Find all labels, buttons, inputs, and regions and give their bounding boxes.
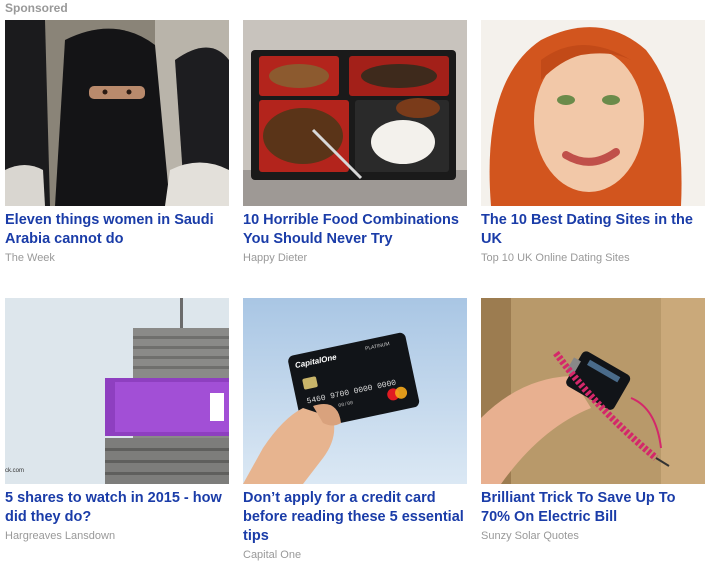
redhead-woman-photo [481,20,705,206]
card-title-6[interactable]: Brilliant Trick To Save Up To 70% On Ele… [481,489,705,527]
card-thumbnail-2[interactable] [243,20,467,206]
card-source-6: Sunzy Solar Quotes [481,530,579,542]
card-title-1[interactable]: Eleven things women in Saudi Arabia cann… [5,211,229,249]
card-thumbnail-6[interactable] [481,298,705,484]
sponsored-label: Sponsored [5,1,68,15]
credit-card-hand-photo: CapitalOne PLATINUM 5460 9700 0000 0000 … [243,298,467,484]
card-thumbnail-5[interactable]: CapitalOne PLATINUM 5460 9700 0000 0000 … [243,298,467,484]
card-title-4[interactable]: 5 shares to watch in 2015 - how did they… [5,489,229,527]
food-tray-photo [243,20,467,206]
card-source-2: Happy Dieter [243,252,308,264]
card-title-3[interactable]: The 10 Best Dating Sites in the UK [481,211,705,249]
card-thumbnail-3[interactable] [481,20,705,206]
card-source-5: Capital One [243,549,302,561]
card-source-4: Hargreaves Lansdown [5,530,116,542]
card-thumbnail-4[interactable]: ck.com [5,298,229,484]
card-source-3: Top 10 UK Online Dating Sites [481,252,630,264]
women-niqab-photo [5,20,229,206]
card-thumbnail-1[interactable] [5,20,229,206]
card-title-5[interactable]: Don’t apply for a credit card before rea… [243,489,467,546]
battery-coil-photo [481,298,705,484]
card-source-1: The Week [5,252,55,264]
image-caption: ck.com [5,468,25,474]
bt-tower-photo [5,298,229,484]
card-title-2[interactable]: 10 Horrible Food Combinations You Should… [243,211,467,249]
